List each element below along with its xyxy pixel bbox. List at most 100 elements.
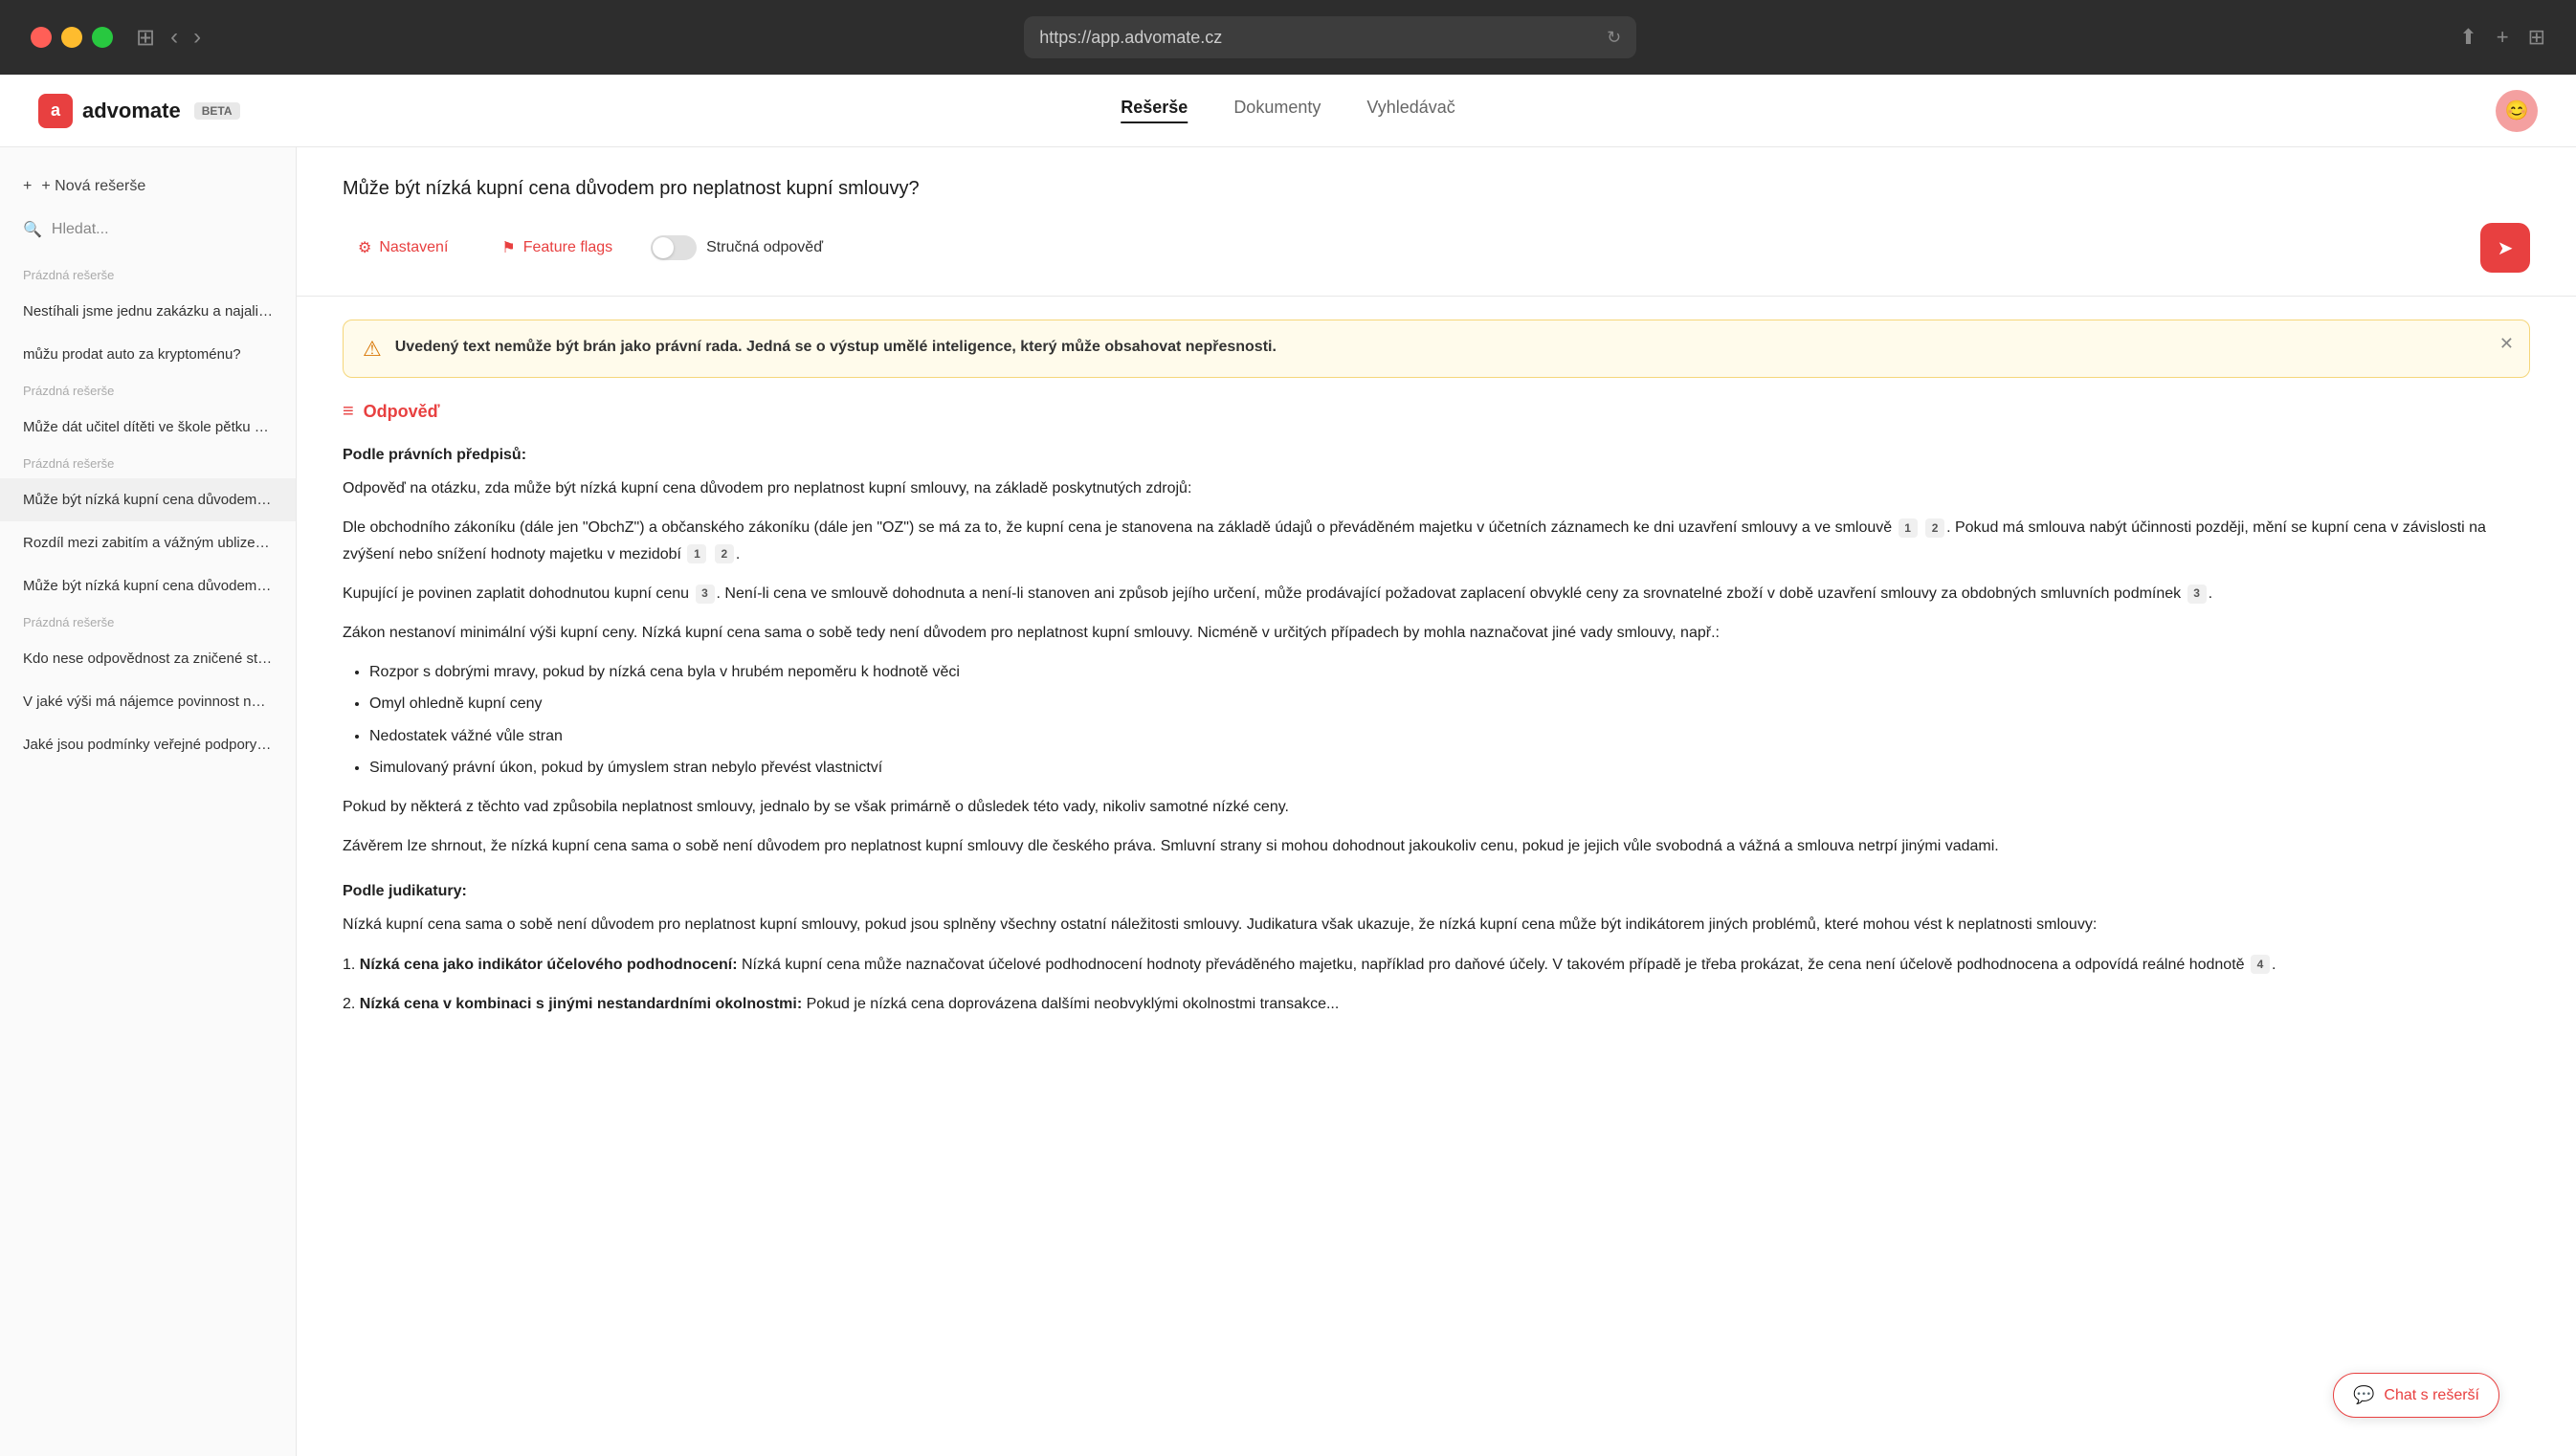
traffic-light-yellow[interactable] [61,27,82,48]
warning-text: Uvedený text nemůže být brán jako právní… [395,336,1277,359]
sidebar-section-label-2: Prázdná rešerše [0,376,296,406]
answer-body: Podle právních předpisů: Odpověď na otáz… [343,442,2530,1017]
warning-icon: ⚠ [363,337,382,362]
answer-header: ≡ Odpověď [343,401,2530,423]
browser-actions: ⬆ + ⊞ [2459,25,2545,50]
search-bar[interactable]: 🔍 Hledat... [0,210,296,249]
browser-chrome: ⊞ ‹ › https://app.advomate.cz ↻ ⬆ + ⊞ [0,0,2576,75]
case-intro: Nízká kupní cena sama o sobě není důvode… [343,912,2530,938]
citation-1: 1 [1899,518,1918,538]
logo-area: a advomate BETA [38,94,240,128]
main-content: + + Nová rešerše 🔍 Hledat... Prázdná reš… [0,147,2576,1456]
browser-nav-icons: ⊞ ‹ › [136,24,201,52]
new-reserše-label: + Nová rešerše [41,178,145,195]
sidebar-item-3[interactable]: Může dát učitel dítěti ve škole pětku za… [0,406,296,449]
legal-p1: Dle obchodního zákoníku (dále jen "ObchZ… [343,515,2530,566]
citation-1b: 1 [687,544,706,563]
content-panel: Může být nízká kupní cena důvodem pro ne… [297,147,2576,1456]
app-header: a advomate BETA Rešerše Dokumenty Vyhled… [0,75,2576,147]
sidebar-item-7[interactable]: Kdo nese odpovědnost za zničené stěny... [0,637,296,680]
sidebar-item-6[interactable]: Může být nízká kupní cena důvodem pro... [0,564,296,607]
extensions-icon[interactable]: ⊞ [2528,25,2545,50]
chat-button[interactable]: 💬 Chat s rešerší [2333,1373,2499,1418]
address-bar[interactable]: https://app.advomate.cz ↻ [1024,16,1636,58]
settings-icon: ⚙ [358,238,371,257]
legal-p3: Zákon nestanoví minimální výši kupní cen… [343,620,2530,646]
settings-label: Nastavení [379,239,448,256]
reload-icon[interactable]: ↻ [1607,28,1621,48]
forward-icon[interactable]: › [193,24,201,51]
answer-header-label: Odpověď [364,402,440,422]
send-icon: ➤ [2498,236,2514,260]
user-avatar[interactable]: 😊 [2496,90,2538,132]
legal-p5: Závěrem lze shrnout, že nízká kupní cena… [343,833,2530,859]
sidebar-item-5[interactable]: Rozdíl mezi zabitím a vážným ublizením .… [0,521,296,564]
warning-text-content: Uvedený text nemůže být brán jako právní… [395,339,1277,355]
legal-bullets-list: Rozpor s dobrými mravy, pokud by nízká c… [369,659,2530,781]
url-text: https://app.advomate.cz [1039,28,1222,48]
citation-2: 2 [1925,518,1944,538]
back-icon[interactable]: ‹ [170,24,178,51]
toolbar: ⚙ Nastavení ⚑ Feature flags Stručná odpo… [343,223,2530,273]
legal-p2: Kupující je povinen zaplatit dohodnutou … [343,581,2530,607]
header-nav: Rešerše Dokumenty Vyhledávač [1121,98,1455,123]
sidebar-section-label-4: Prázdná rešerše [0,607,296,637]
nav-dokumenty[interactable]: Dokumenty [1233,98,1321,123]
new-reserše-button[interactable]: + + Nová rešerše [0,166,296,207]
traffic-light-green[interactable] [92,27,113,48]
toggle-switch[interactable] [651,235,697,260]
tab-grid-icon[interactable]: ⊞ [136,24,155,52]
warning-close-button[interactable]: ✕ [2499,334,2514,354]
citation-3: 3 [696,585,715,604]
legal-bullet-4: Simulovaný právní úkon, pokud by úmyslem… [369,755,2530,781]
logo-badge: BETA [194,102,240,120]
feature-flags-button[interactable]: ⚑ Feature flags [486,231,628,265]
plus-icon: + [23,178,32,195]
stručná-odpověď-toggle: Stručná odpověď [651,235,823,260]
sidebar-item-2[interactable]: můžu prodat auto za kryptoménu? [0,333,296,376]
sidebar: + + Nová rešerše 🔍 Hledat... Prázdná reš… [0,147,297,1456]
chat-label: Chat s rešerší [2384,1387,2479,1404]
nav-reserše[interactable]: Rešerše [1121,98,1188,123]
logo-text: advomate [82,99,181,123]
traffic-lights [31,27,113,48]
settings-button[interactable]: ⚙ Nastavení [343,231,463,265]
case-bullet-2-label: Nízká cena v kombinaci s jinými nestanda… [360,996,802,1012]
case-law-heading: Podle judikatury: [343,878,2530,904]
toggle-label: Stručná odpověď [706,239,823,256]
feature-flags-label: Feature flags [523,239,612,256]
legal-bullet-3: Nedostatek vážné vůle stran [369,723,2530,749]
answer-section[interactable]: ≡ Odpověď Podle právních předpisů: Odpov… [297,378,2576,1456]
sidebar-section-label-3: Prázdná rešerše [0,449,296,478]
sidebar-item-4[interactable]: Může být nízká kupní cena důvodem pro... [0,478,296,521]
legal-p4: Pokud by některá z těchto vad způsobila … [343,794,2530,820]
app-window: a advomate BETA Rešerše Dokumenty Vyhled… [0,75,2576,1456]
sidebar-item-9[interactable]: Jaké jsou podmínky veřejné podpory ma... [0,723,296,766]
citation-2b: 2 [715,544,734,563]
sidebar-item-1[interactable]: Nestíhali jsme jednu zakázku a najali js… [0,290,296,333]
send-button[interactable]: ➤ [2480,223,2530,273]
sidebar-section-label-1: Prázdná rešerše [0,260,296,290]
case-bullet-1: 1. Nízká cena jako indikátor účelového p… [343,952,2530,978]
warning-banner: ⚠ Uvedený text nemůže být brán jako práv… [343,320,2530,378]
chat-icon: 💬 [2353,1385,2374,1405]
case-bullet-2: 2. Nízká cena v kombinaci s jinými nesta… [343,991,2530,1017]
new-tab-icon[interactable]: + [2497,25,2509,50]
flag-icon: ⚑ [501,238,515,257]
legal-basis-heading: Podle právních předpisů: [343,442,2530,468]
nav-vyhledavac[interactable]: Vyhledávač [1366,98,1455,123]
traffic-light-red[interactable] [31,27,52,48]
case-bullet-1-label: Nízká cena jako indikátor účelového podh… [360,957,738,973]
toggle-knob [653,237,674,258]
question-area: Může být nízká kupní cena důvodem pro ne… [297,147,2576,273]
legal-bullet-2: Omyl ohledně kupní ceny [369,691,2530,717]
logo-icon: a [38,94,73,128]
answer-header-icon: ≡ [343,401,354,423]
content-divider [297,296,2576,297]
legal-intro: Odpověď na otázku, zda může být nízká ku… [343,475,2530,501]
sidebar-item-8[interactable]: V jaké výši má nájemce povinnost nést n.… [0,680,296,723]
search-placeholder: Hledat... [52,221,109,238]
address-bar-container: https://app.advomate.cz ↻ [224,16,2436,58]
share-icon[interactable]: ⬆ [2459,25,2476,50]
citation-4: 4 [2251,955,2270,974]
